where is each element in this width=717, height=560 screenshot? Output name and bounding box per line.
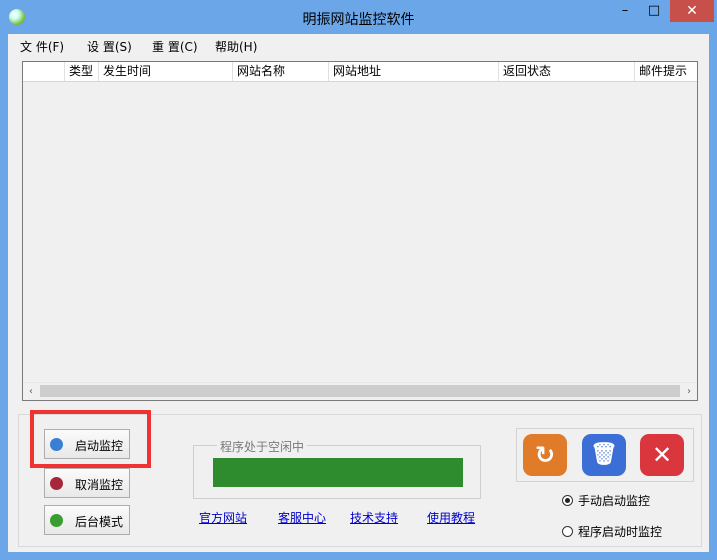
background-icon [50, 514, 63, 527]
title-bar[interactable]: 明振网站监控软件 – □ ✕ [0, 0, 717, 34]
close-window-button[interactable]: ✕ [670, 0, 714, 22]
menu-reset[interactable]: 重 置(C) [152, 38, 198, 55]
status-label: 程序处于空闲中 [217, 438, 308, 455]
cancel-monitor-button[interactable]: 取消监控 [44, 468, 130, 498]
column-header-time[interactable]: 发生时间 [99, 62, 233, 81]
column-header-blank[interactable] [23, 62, 65, 81]
auto-start-radio[interactable]: 程序启动时监控 [562, 523, 662, 540]
menu-help[interactable]: 帮助(H) [215, 38, 257, 55]
scroll-right-icon[interactable]: › [681, 384, 697, 399]
column-header-site-name[interactable]: 网站名称 [233, 62, 329, 81]
delete-icon[interactable]: 🗑 [582, 434, 626, 476]
column-header-site-url[interactable]: 网站地址 [329, 62, 499, 81]
window-title: 明振网站监控软件 [302, 12, 415, 28]
radio-selected-icon[interactable] [562, 495, 573, 506]
exit-icon[interactable]: ✕ [640, 434, 684, 476]
scrollbar-thumb[interactable] [40, 385, 680, 397]
refresh-icon[interactable]: ↻ [523, 434, 567, 476]
scroll-left-icon[interactable]: ‹ [23, 384, 39, 399]
table-header: 类型 发生时间 网站名称 网站地址 返回状态 邮件提示 [23, 62, 697, 82]
monitor-log-table[interactable]: 类型 发生时间 网站名称 网站地址 返回状态 邮件提示 ‹ › [22, 61, 698, 401]
manual-start-radio[interactable]: 手动启动监控 [562, 492, 650, 509]
cancel-icon [50, 477, 63, 490]
minimize-button[interactable]: – [611, 0, 639, 22]
highlight-box [30, 410, 151, 468]
column-header-type[interactable]: 类型 [65, 62, 99, 81]
official-site-link[interactable]: 官方网站 [199, 509, 247, 526]
app-window: 明振网站监控软件 – □ ✕ 文 件(F) 设 置(S) 重 置(C) 帮助(H… [0, 0, 717, 560]
status-progress-bar [213, 458, 463, 487]
radio-unselected-icon[interactable] [562, 526, 573, 537]
customer-service-link[interactable]: 客服中心 [278, 509, 326, 526]
maximize-button[interactable]: □ [640, 0, 668, 22]
horizontal-scrollbar[interactable]: ‹ › [23, 382, 697, 400]
background-mode-button[interactable]: 后台模式 [44, 505, 130, 535]
menu-bar: 文 件(F) 设 置(S) 重 置(C) 帮助(H) [8, 34, 709, 58]
column-header-mail[interactable]: 邮件提示 [635, 62, 697, 81]
menu-settings[interactable]: 设 置(S) [87, 38, 132, 55]
menu-file[interactable]: 文 件(F) [20, 38, 64, 55]
tutorial-link[interactable]: 使用教程 [427, 509, 475, 526]
tech-support-link[interactable]: 技术支持 [350, 509, 398, 526]
column-header-status[interactable]: 返回状态 [499, 62, 635, 81]
